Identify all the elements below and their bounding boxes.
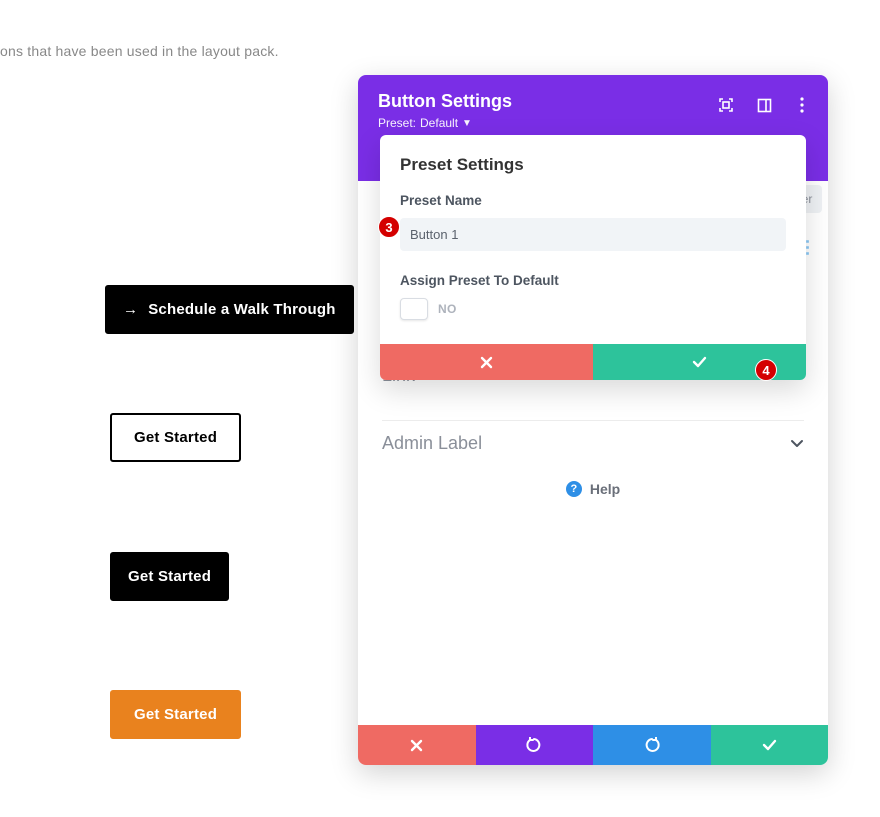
section-title: Admin Label <box>382 433 482 454</box>
arrow-right-icon: → <box>123 301 138 318</box>
popover-actions <box>380 344 806 380</box>
button-label: Schedule a Walk Through <box>148 301 335 318</box>
preset-settings-popover: Preset Settings Preset Name Assign Prese… <box>380 135 806 380</box>
get-started-outline-button[interactable]: Get Started <box>110 413 241 462</box>
close-icon <box>480 356 493 369</box>
preset-dropdown[interactable]: Preset: Default ▼ <box>378 116 808 130</box>
modal-save-button[interactable] <box>711 725 829 765</box>
assign-default-label: Assign Preset To Default <box>400 273 786 288</box>
get-started-black-button[interactable]: Get Started <box>110 552 229 601</box>
button-settings-modal: Button Settings Preset: Default ▼ er ⋯ P… <box>358 75 828 765</box>
more-vertical-icon[interactable] <box>794 97 810 113</box>
redo-icon <box>644 737 660 753</box>
popover-title: Preset Settings <box>400 155 786 175</box>
help-label: Help <box>590 481 620 497</box>
modal-undo-button[interactable] <box>476 725 594 765</box>
popover-cancel-button[interactable] <box>380 344 593 380</box>
assign-default-toggle[interactable] <box>400 298 428 320</box>
page-fragment-text: ons that have been used in the layout pa… <box>0 43 279 59</box>
button-label: Get Started <box>134 429 217 446</box>
annotation-badge-4: 4 <box>755 359 777 381</box>
close-icon <box>410 739 423 752</box>
preset-name-label: Preset Name <box>400 193 786 208</box>
button-label: Get Started <box>134 706 217 723</box>
help-link[interactable]: ? Help <box>358 481 828 497</box>
button-label: Get Started <box>128 568 211 585</box>
modal-close-button[interactable] <box>358 725 476 765</box>
undo-icon <box>526 737 542 753</box>
preset-prefix: Preset: <box>378 116 416 130</box>
chevron-down-icon <box>790 439 804 448</box>
get-started-orange-button[interactable]: Get Started <box>110 690 241 739</box>
modal-redo-button[interactable] <box>593 725 711 765</box>
admin-label-section-toggle[interactable]: Admin Label <box>382 420 804 454</box>
check-icon <box>762 739 777 751</box>
toggle-value-text: NO <box>438 302 457 316</box>
check-icon <box>692 356 707 368</box>
panel-icon[interactable] <box>756 97 772 113</box>
preset-name-input[interactable] <box>400 218 786 251</box>
schedule-walkthrough-button[interactable]: → Schedule a Walk Through <box>105 285 354 334</box>
help-icon: ? <box>566 481 582 497</box>
preset-name: Default <box>420 116 458 130</box>
expand-icon[interactable] <box>718 97 734 113</box>
modal-bottom-bar <box>358 725 828 765</box>
caret-down-icon: ▼ <box>462 118 472 129</box>
annotation-badge-3: 3 <box>378 216 400 238</box>
